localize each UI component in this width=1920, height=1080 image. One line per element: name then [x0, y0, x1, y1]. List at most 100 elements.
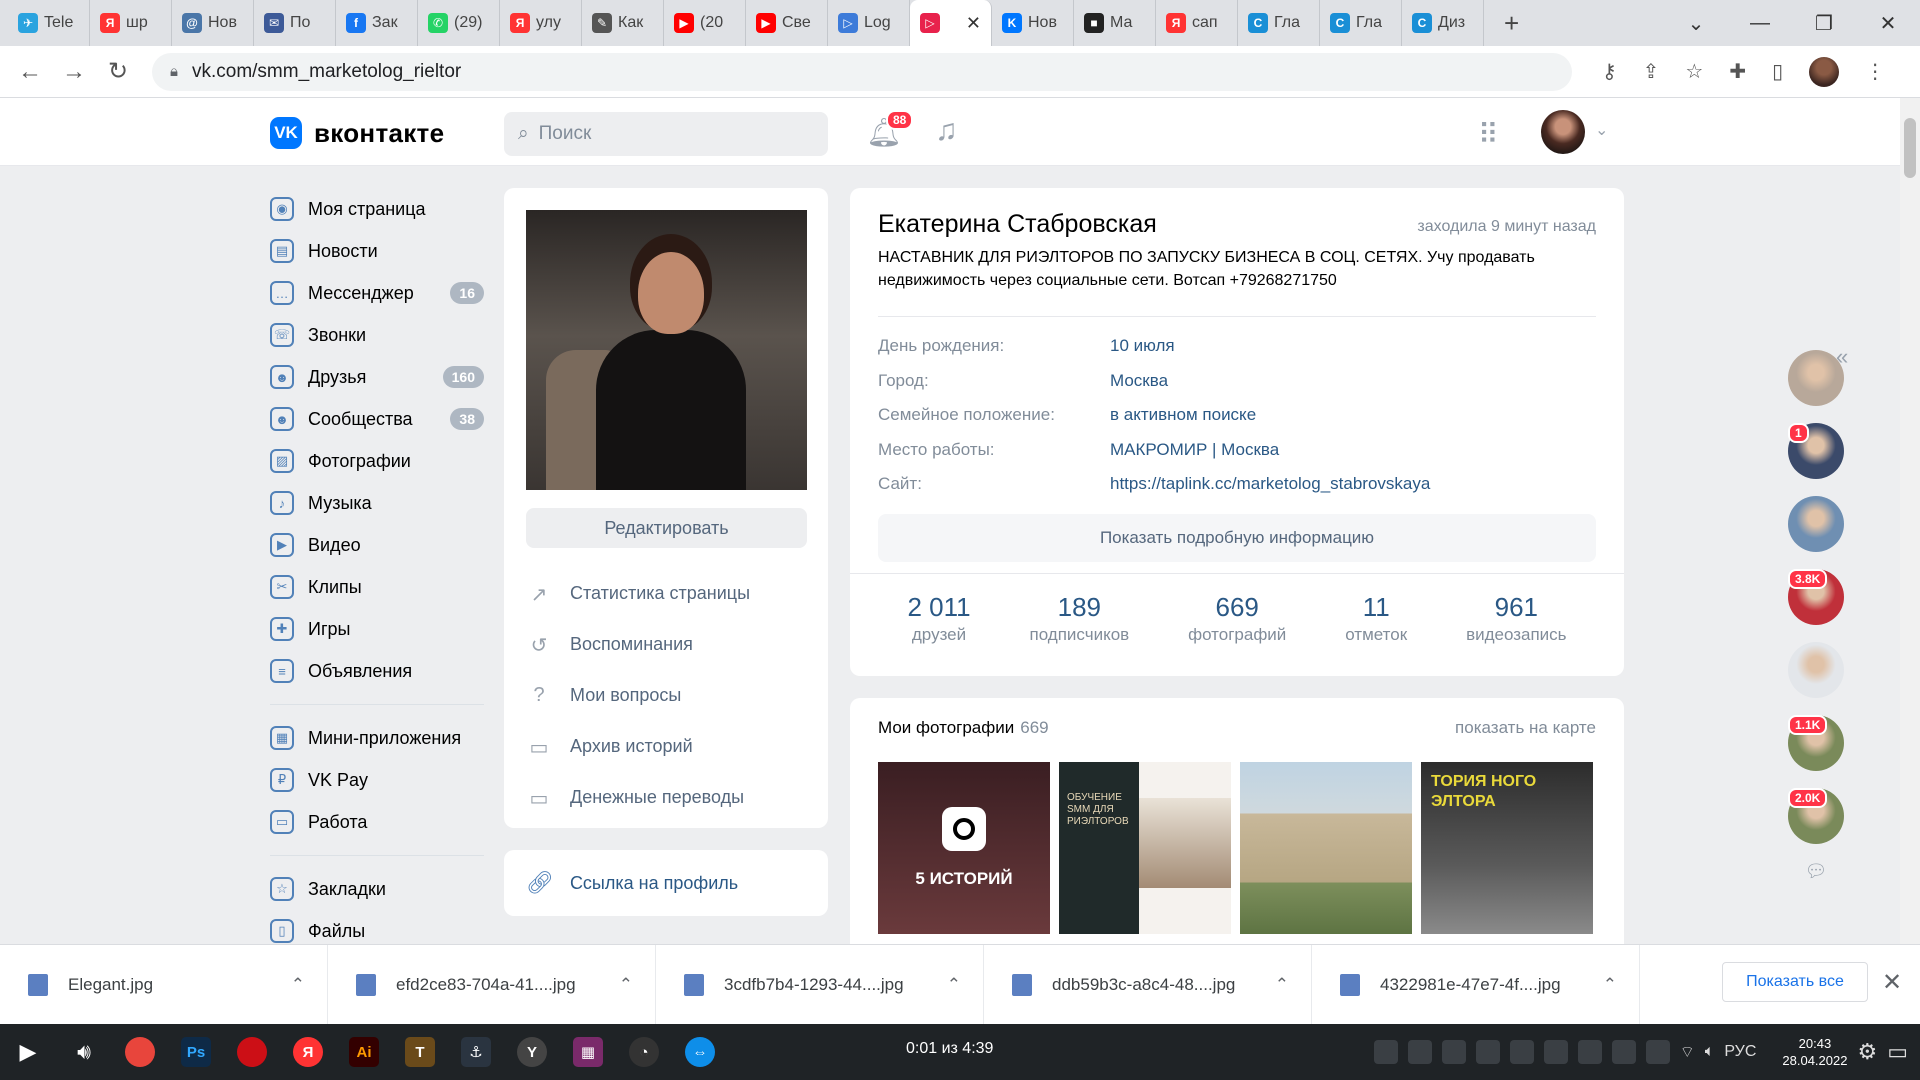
sidebar-item[interactable]: ☻ Сообщества 38: [270, 398, 500, 440]
share-icon[interactable]: ⇪: [1643, 59, 1660, 84]
minimize-button[interactable]: —: [1728, 12, 1792, 35]
sidebar-item[interactable]: ☆ Закладки: [270, 868, 500, 910]
sidebar-item[interactable]: ▦ Мини-приложения: [270, 717, 500, 759]
taskbar-app-illustrator[interactable]: Ai: [336, 1024, 392, 1080]
friend-avatar[interactable]: [1788, 496, 1844, 552]
sidebar-item[interactable]: ▭ Работа: [270, 801, 500, 843]
browser-tab[interactable]: f Зак: [336, 0, 418, 46]
browser-tab[interactable]: ✈ Tele: [8, 0, 90, 46]
chevron-up-icon[interactable]: ⌃: [1603, 975, 1617, 995]
bookmark-star-icon[interactable]: ☆: [1685, 59, 1703, 84]
browser-tab[interactable]: ▶ (20: [664, 0, 746, 46]
tray-icon[interactable]: [1475, 1040, 1500, 1064]
wifi-icon[interactable]: ⌔: [1680, 1042, 1695, 1062]
taskbar-app-yandex[interactable]: Я: [280, 1024, 336, 1080]
volume-icon[interactable]: 🔊︎: [56, 1024, 112, 1080]
browser-tab[interactable]: C Гла: [1238, 0, 1320, 46]
chevron-up-icon[interactable]: ⌃: [291, 975, 305, 995]
restore-button[interactable]: ❐: [1792, 11, 1856, 36]
sidebar-item[interactable]: ▤ Новости: [270, 230, 500, 272]
browser-profile-avatar[interactable]: [1809, 56, 1840, 87]
browser-tab[interactable]: ▷ Log: [828, 0, 910, 46]
settings-gear-icon[interactable]: ⚙: [1857, 1039, 1877, 1065]
services-grid-icon[interactable]: ⠿: [1478, 118, 1498, 151]
taskbar-app-media[interactable]: ◔: [616, 1024, 672, 1080]
close-shelf-icon[interactable]: ✕: [1882, 968, 1902, 997]
sidebar-item[interactable]: ✂ Клипы: [270, 566, 500, 608]
friend-avatar[interactable]: [1788, 350, 1844, 406]
key-icon[interactable]: ⚷: [1602, 59, 1617, 84]
reload-button[interactable]: ↻: [96, 57, 140, 86]
tray-icon[interactable]: [1441, 1040, 1466, 1064]
profile-counter[interactable]: 961 видеозапись: [1466, 592, 1566, 645]
friend-avatar[interactable]: 2.0K: [1788, 788, 1844, 844]
profile-link-button[interactable]: 🔗︎ Ссылка на профиль: [504, 850, 828, 916]
chevron-up-icon[interactable]: ⌃: [619, 975, 633, 995]
browser-tab[interactable]: ✉ По: [254, 0, 336, 46]
side-panel-icon[interactable]: ▯: [1772, 59, 1783, 84]
show-all-downloads-button[interactable]: Показать все: [1722, 962, 1868, 1002]
sidebar-item[interactable]: … Мессенджер 16: [270, 272, 500, 314]
sidebar-item[interactable]: ▶ Видео: [270, 524, 500, 566]
vk-logo[interactable]: VK вконтакте: [270, 117, 444, 149]
notifications-center-icon[interactable]: ▭: [1887, 1039, 1908, 1065]
notifications-button[interactable]: 🔔︎ 88: [866, 110, 914, 149]
close-tab-icon[interactable]: ✕: [966, 13, 981, 34]
profile-menu-item[interactable]: ↺ Воспоминания: [526, 619, 807, 670]
browser-tab[interactable]: @ Нов: [172, 0, 254, 46]
browser-tab[interactable]: C Гла: [1320, 0, 1402, 46]
taskbar-app-opera[interactable]: [224, 1024, 280, 1080]
chevron-up-icon[interactable]: ⌃: [1275, 975, 1289, 995]
tray-icon[interactable]: [1577, 1040, 1602, 1064]
profile-counter[interactable]: 189 подписчиков: [1030, 592, 1130, 645]
url-field[interactable]: 🔒︎ vk.com/smm_marketolog_rieltor: [152, 52, 1572, 91]
browser-tab[interactable]: ▶ Све: [746, 0, 828, 46]
taskbar-app-ship[interactable]: ⚓: [448, 1024, 504, 1080]
show-more-info-button[interactable]: Показать подробную информацию: [878, 514, 1596, 562]
tab-search-icon[interactable]: ⌄: [1664, 11, 1728, 36]
profile-counter[interactable]: 669 фотографий: [1188, 592, 1286, 645]
friend-avatar[interactable]: 1: [1788, 423, 1844, 479]
sidebar-item[interactable]: ✚ Игры: [270, 608, 500, 650]
new-tab-button[interactable]: +: [1504, 8, 1519, 39]
back-button[interactable]: ←: [8, 58, 52, 86]
profile-menu-item[interactable]: ▭ Денежные переводы: [526, 772, 807, 823]
download-item[interactable]: efd2ce83-704a-41....jpg ⌃: [328, 944, 656, 1025]
taskbar-app-game[interactable]: T: [392, 1024, 448, 1080]
scrollbar-thumb[interactable]: [1904, 118, 1916, 178]
browser-tab[interactable]: ✆ (29): [418, 0, 500, 46]
sidebar-item[interactable]: ♪ Музыка: [270, 482, 500, 524]
taskbar-app-teamviewer[interactable]: ⇔: [672, 1024, 728, 1080]
sidebar-item[interactable]: ₽ VK Pay: [270, 759, 500, 801]
show-on-map-link[interactable]: показать на карте: [1455, 718, 1596, 738]
page-scrollbar[interactable]: [1900, 98, 1920, 944]
chevron-down-icon[interactable]: ⌄: [1595, 120, 1608, 140]
sidebar-item[interactable]: ≡ Объявления: [270, 650, 500, 692]
profile-menu-item[interactable]: ▭ Архив историй: [526, 721, 807, 772]
sidebar-item[interactable]: ☏ Звонки: [270, 314, 500, 356]
forward-button[interactable]: →: [52, 58, 96, 86]
browser-tab[interactable]: ■ Ма: [1074, 0, 1156, 46]
sidebar-item[interactable]: ▨ Фотографии: [270, 440, 500, 482]
profile-menu-item[interactable]: ? Мои вопросы: [526, 670, 807, 721]
speaker-icon[interactable]: 🔈︎: [1705, 1043, 1715, 1061]
system-clock[interactable]: 20:43 28.04.2022: [1782, 1035, 1847, 1069]
tray-icon[interactable]: [1407, 1040, 1432, 1064]
close-window-button[interactable]: ✕: [1856, 11, 1920, 36]
extensions-icon[interactable]: ✚: [1729, 59, 1746, 84]
browser-tab[interactable]: ▷ ✕: [910, 0, 992, 46]
music-player-button[interactable]: ♫: [935, 114, 958, 148]
browser-tab[interactable]: C Диз: [1402, 0, 1484, 46]
info-value[interactable]: 10 июля: [1110, 336, 1175, 356]
browser-tab[interactable]: ✎ Как: [582, 0, 664, 46]
photo-thumbnail[interactable]: ТОРИЯ НОГО ЭЛТОРА: [1421, 762, 1593, 934]
profile-menu-item[interactable]: ↗ Статистика страницы: [526, 568, 807, 619]
browser-menu-icon[interactable]: ⋮: [1865, 59, 1885, 84]
download-item[interactable]: ddb59b3c-a8c4-48....jpg ⌃: [984, 944, 1312, 1025]
info-value[interactable]: МАКРОМИР | Москва: [1110, 440, 1279, 460]
tray-icon[interactable]: [1509, 1040, 1534, 1064]
profile-counter[interactable]: 2 011 друзей: [907, 592, 970, 645]
browser-tab[interactable]: Яшр: [90, 0, 172, 46]
taskbar-app-photoshop[interactable]: Ps: [168, 1024, 224, 1080]
tray-icon[interactable]: [1611, 1040, 1636, 1064]
